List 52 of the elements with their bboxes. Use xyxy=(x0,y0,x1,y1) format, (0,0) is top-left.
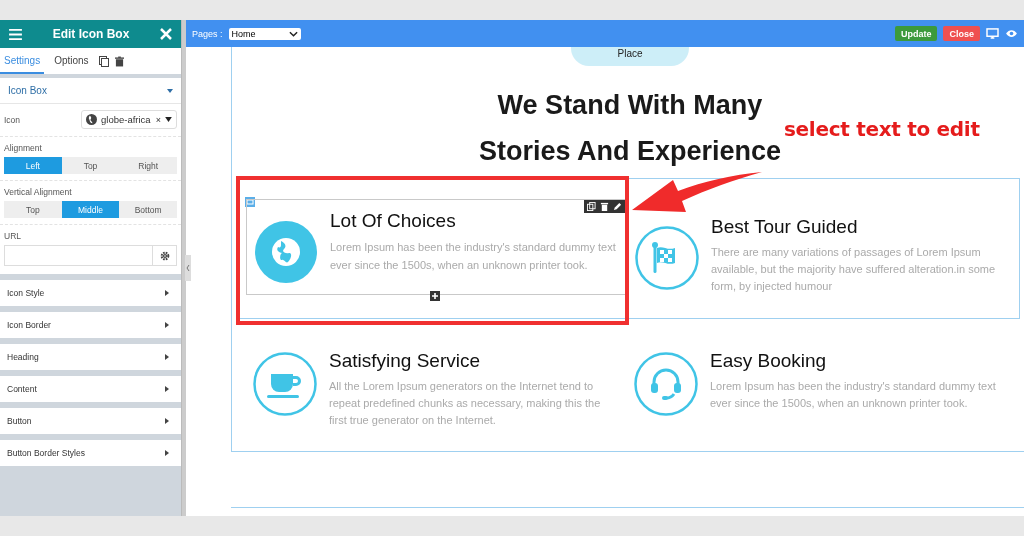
field-label: Alignment xyxy=(4,143,43,153)
tab[interactable]: Settings xyxy=(0,48,45,74)
section-header[interactable]: Button xyxy=(0,408,181,434)
feature-title: Best Tour Guided xyxy=(711,216,859,238)
trash-icon[interactable] xyxy=(600,202,609,211)
feature-text: All the Lorem Ipsum generators on the Internet tend to repeat predefined chunks as necessary, making this the first true generator on the Internet. xyxy=(329,379,602,428)
trash-icon[interactable] xyxy=(114,55,124,67)
close-button[interactable]: Close xyxy=(943,26,980,41)
feature-text: There are many variations of passages of Lorem Ipsum available, but the majority have suffered alteration.in some form, by injected humour xyxy=(711,245,997,294)
page-select[interactable]: Home xyxy=(228,27,301,40)
field-label: Icon xyxy=(4,114,21,125)
settings-button[interactable] xyxy=(153,245,177,266)
section-header[interactable]: Icon Style xyxy=(0,280,181,306)
duplicate-icon[interactable] xyxy=(98,55,109,67)
section-header[interactable]: Content xyxy=(0,376,181,402)
feature-title: Easy Booking xyxy=(710,350,828,372)
section-header[interactable]: Icon Border xyxy=(0,312,181,338)
menu-icon[interactable] xyxy=(9,28,22,40)
cup-icon xyxy=(253,352,317,416)
copy-icon[interactable] xyxy=(587,202,596,211)
globe-icon xyxy=(254,220,318,284)
pencil-icon[interactable] xyxy=(613,202,622,211)
eye-icon[interactable] xyxy=(1005,29,1018,38)
panel-title: Edit Icon Box xyxy=(51,27,131,41)
pages-label: Pages : xyxy=(192,28,223,39)
close-icon[interactable] xyxy=(160,28,172,40)
flag-icon xyxy=(635,226,699,290)
update-button[interactable]: Update xyxy=(894,26,938,41)
chevron-icon xyxy=(288,30,298,37)
headset-icon xyxy=(634,352,698,416)
section-header[interactable]: Button Border Styles xyxy=(0,440,181,466)
annotation-text: select text to edit xyxy=(784,117,980,141)
icon-select[interactable]: globe-africa × xyxy=(81,110,177,129)
add-icon[interactable] xyxy=(430,291,440,301)
field-label: URL xyxy=(4,231,22,241)
url-field[interactable] xyxy=(4,245,153,266)
column-handle-icon[interactable] xyxy=(245,197,255,207)
feature-text: Lorem Ipsum has been the industry's standard dummy text ever since the 1500s, when an unknown printer took. xyxy=(330,240,617,273)
field-label: Vertical Alignment xyxy=(4,187,73,197)
feature-title: Satisfying Service xyxy=(329,350,481,372)
section-header[interactable]: Heading xyxy=(0,344,181,370)
settings-icon xyxy=(159,250,170,261)
desktop-icon[interactable] xyxy=(986,28,999,39)
feature-title: Lot Of Choices xyxy=(330,210,457,232)
selected-icon-box[interactable]: Lot Of Choices Lorem Ipsum has been the industry's standard dummy text ever since the 1500s, when an unknown printer took. xyxy=(246,199,626,295)
tab[interactable]: Options xyxy=(50,48,93,74)
place-badge: Place xyxy=(571,47,689,66)
section-heading: We Stand With Many xyxy=(496,89,764,122)
feature-text: Lorem Ipsum has been the industry's standard dummy text ever since the 1500s, when an unknown printer took. xyxy=(710,379,997,411)
caret-icon xyxy=(165,117,172,122)
globe-icon xyxy=(86,114,97,125)
collapse-handle[interactable] xyxy=(185,255,191,281)
